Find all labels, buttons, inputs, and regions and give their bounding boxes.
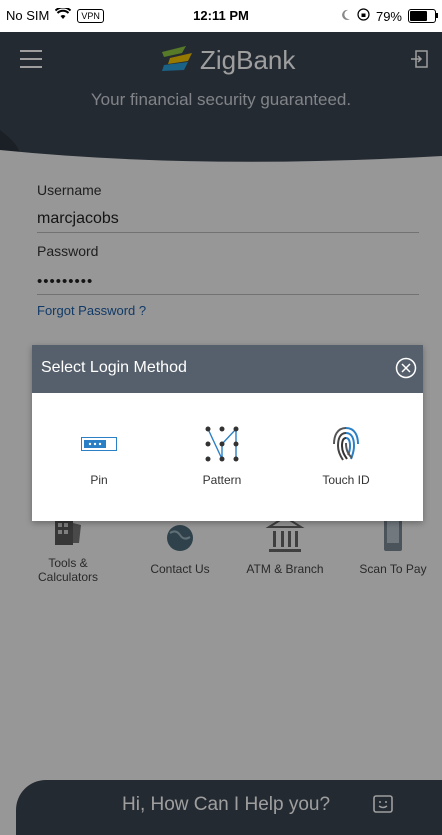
login-methods: Pin Pattern Touch ID	[32, 393, 423, 521]
status-right: 79%	[341, 8, 438, 24]
pin-icon	[39, 423, 159, 465]
method-label: Touch ID	[322, 473, 370, 487]
fingerprint-icon	[286, 423, 406, 465]
method-label: Pattern	[202, 473, 242, 487]
method-label: Pin	[90, 473, 108, 487]
close-circle-icon[interactable]	[395, 357, 417, 379]
pattern-icon	[162, 423, 282, 465]
orientation-lock-icon	[357, 8, 370, 24]
login-method-pin[interactable]: Pin	[39, 423, 159, 487]
battery-icon	[408, 9, 438, 23]
modal-title: Select Login Method	[41, 359, 187, 376]
login-method-pattern[interactable]: Pattern	[162, 423, 282, 487]
login-method-modal: Select Login Method Pin Pattern Touch ID	[32, 345, 423, 521]
login-method-touch-id[interactable]: Touch ID	[286, 423, 406, 487]
moon-icon	[341, 9, 351, 24]
battery-percent: 79%	[375, 8, 402, 24]
modal-header: Select Login Method	[32, 345, 423, 393]
status-bar: No SIM VPN 12:11 PM 79%	[0, 0, 442, 32]
app-screen: No SIM VPN 12:11 PM 79% ZigBank Your fin…	[0, 0, 442, 835]
